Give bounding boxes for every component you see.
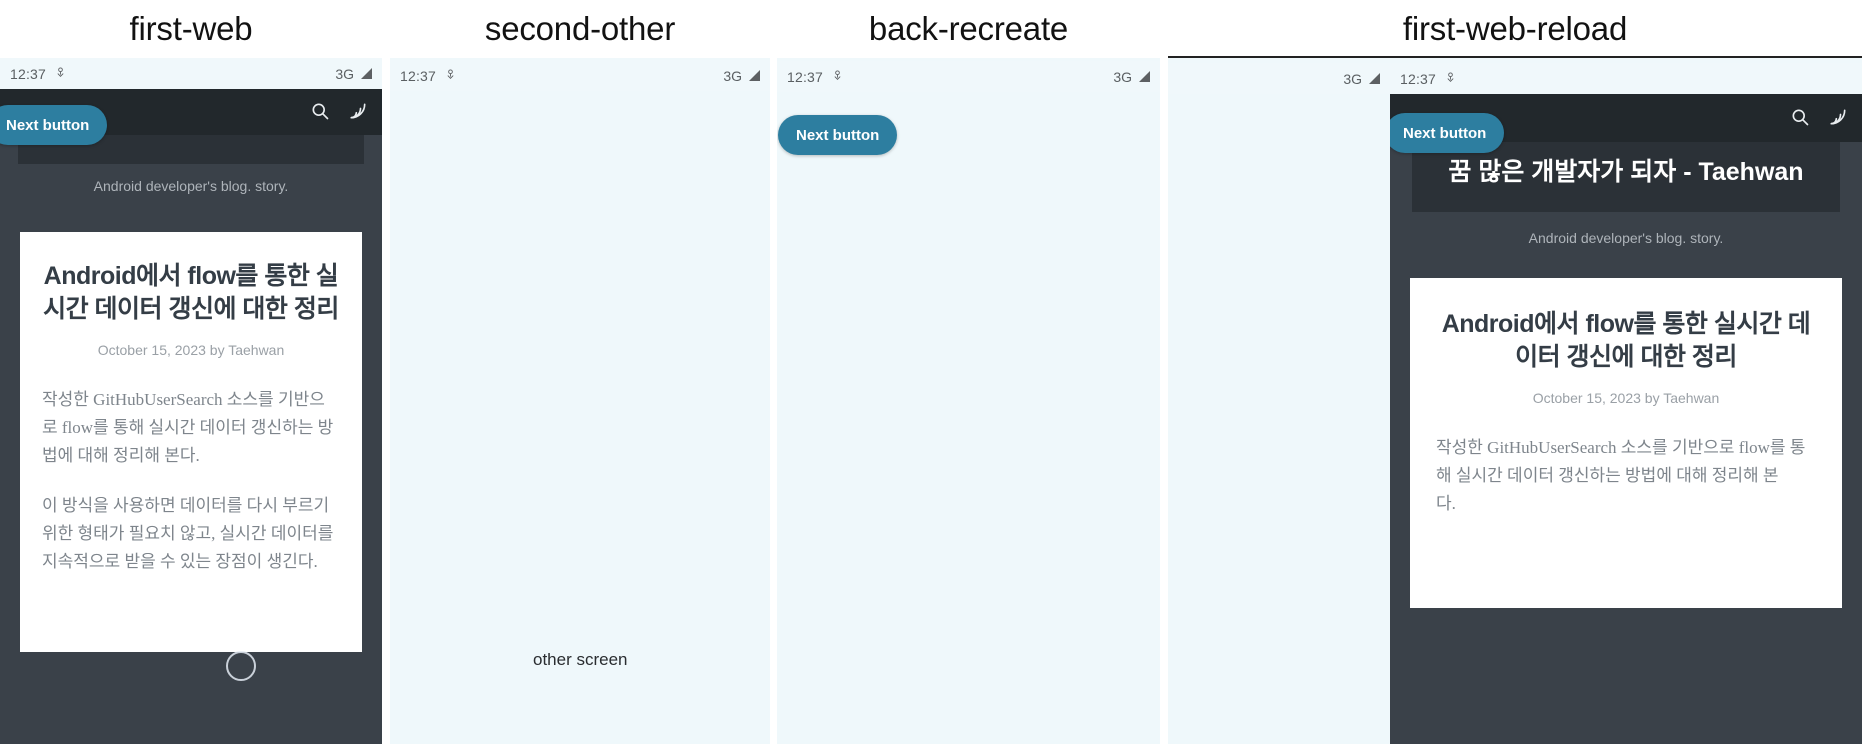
- search-icon[interactable]: [310, 101, 332, 123]
- next-button-label: Next button: [1403, 124, 1487, 142]
- panel-back-recreate: 12:37 3G Next button: [777, 58, 1160, 744]
- article-paragraph: 이 방식을 사용하면 데이터를 다시 부르기 위한 형태가 필요치 않고, 실시…: [42, 492, 340, 576]
- article-meta: October 15, 2023 by Taehwan: [1436, 390, 1816, 406]
- status-network: 3G: [1113, 68, 1132, 85]
- panel-first-web-reload-gutter: 3G: [1168, 58, 1390, 744]
- status-network: 3G: [335, 65, 354, 82]
- article-paragraph-text: 작성한 GitHubUserSearch 소스를 기반으로 flow를 통해 실…: [1436, 438, 1806, 486]
- caption-back-recreate: back-recreate: [777, 0, 1160, 58]
- article-title: Android에서 flow를 통한 실시간 데이터 갱신에 대한 정리: [42, 260, 340, 326]
- article-title-text: Android에서 flow를 통한 실시간 데이터 갱신에 대한 정리: [1441, 310, 1811, 371]
- blog-body: Taehwan Android developer's blog. story.…: [0, 89, 382, 744]
- article-meta-text: October 15, 2023 by Taehwan: [97, 341, 285, 358]
- next-button[interactable]: Next button: [0, 105, 108, 145]
- article-card: Android에서 flow를 통한 실시간 데이터 갱신에 대한 정리 Oct…: [1410, 278, 1842, 608]
- caption-first-web: first-web: [0, 0, 382, 58]
- vibrate-icon: [1444, 71, 1457, 86]
- article-paragraph-text: 이 방식을 사용하면 데이터를 다시 부르기 위한 형태가 필요치 않고, 실시…: [42, 495, 334, 571]
- signal-bars-icon: [1139, 71, 1150, 82]
- vibrate-icon: [831, 69, 844, 84]
- article-title: Android에서 flow를 통한 실시간 데이터 갱신에 대한 정리: [1436, 308, 1816, 374]
- article-title-text: Android에서 flow를 통한 실시간 데이터 갱신에 대한 정리: [43, 261, 339, 323]
- caption-second-other: second-other: [390, 0, 770, 58]
- status-time: 12:37: [10, 65, 47, 82]
- caption-label: first-web-reload: [1402, 10, 1628, 47]
- panel-separator: [382, 58, 390, 744]
- article-meta-text: October 15, 2023 by Taehwan: [1532, 390, 1720, 406]
- article-meta: October 15, 2023 by Taehwan: [42, 342, 340, 358]
- caption-first-web-reload: first-web-reload: [1168, 0, 1862, 58]
- rss-icon[interactable]: [348, 101, 370, 123]
- loading-spinner: [226, 651, 256, 681]
- blog-tagline: Android developer's blog. story.: [1390, 230, 1862, 246]
- screenshot-board: first-web second-other back-recreate fir…: [0, 0, 1862, 744]
- next-button-label: Next button: [6, 116, 90, 134]
- status-network: 3G: [1343, 70, 1362, 87]
- caption-label: first-web: [129, 10, 253, 47]
- signal-bars-icon: [749, 70, 760, 81]
- next-button-label: Next button: [796, 126, 880, 144]
- other-screen-text: other screen: [533, 650, 628, 670]
- panel-caption-row: first-web second-other back-recreate fir…: [0, 0, 1862, 58]
- article-card: Android에서 flow를 통한 실시간 데이터 갱신에 대한 정리 Oct…: [20, 231, 362, 652]
- vibrate-icon: [444, 68, 457, 83]
- panel-separator: [1160, 58, 1168, 744]
- caption-label: second-other: [484, 10, 676, 47]
- blog-masthead-text: 꿈 많은 개발자가 되자 - Taehwan: [1448, 158, 1804, 186]
- status-bar: 12:37 3G: [0, 58, 382, 89]
- status-network: 3G: [723, 67, 742, 84]
- rss-icon[interactable]: [1828, 107, 1850, 129]
- signal-bars-icon: [1369, 73, 1380, 84]
- article-paragraph-text: 다.: [1436, 494, 1456, 514]
- panel-second-other: other screen 12:37 3G: [390, 58, 770, 744]
- panel-first-web-reload: 꿈 많은 개발자가 되자 - Taehwan Android developer…: [1390, 58, 1862, 744]
- status-bar: 12:37 3G: [390, 60, 770, 91]
- panel-separator: [770, 58, 777, 744]
- status-time: 12:37: [787, 68, 824, 85]
- status-bar: 12:37: [1390, 63, 1862, 94]
- blog-tagline-text: Android developer's blog. story.: [1528, 230, 1724, 246]
- article-paragraph: 다.: [1436, 490, 1816, 518]
- panel-first-web: Taehwan Android developer's blog. story.…: [0, 58, 382, 744]
- status-bar: 3G: [1168, 63, 1390, 94]
- caption-label: back-recreate: [868, 10, 1069, 47]
- article-paragraph: 작성한 GitHubUserSearch 소스를 기반으로 flow를 통해 실…: [1436, 434, 1816, 490]
- other-screen-label: other screen: [533, 650, 628, 669]
- status-bar: 12:37 3G: [777, 61, 1160, 92]
- next-button[interactable]: Next button: [1390, 113, 1505, 153]
- next-button[interactable]: Next button: [778, 115, 898, 155]
- status-time: 12:37: [400, 67, 437, 84]
- blog-tagline-text: Android developer's blog. story.: [93, 177, 289, 194]
- article-paragraph: 작성한 GitHubUserSearch 소스를 기반으로 flow를 통해 실…: [42, 386, 340, 470]
- blog-tagline: Android developer's blog. story.: [0, 178, 382, 194]
- search-icon[interactable]: [1790, 107, 1812, 129]
- status-time: 12:37: [1400, 70, 1437, 87]
- article-paragraph-text: 작성한 GitHubUserSearch 소스를 기반으로 flow를 통해 실…: [42, 389, 334, 465]
- vibrate-icon: [54, 66, 67, 81]
- signal-bars-icon: [361, 68, 372, 79]
- blog-body: 꿈 많은 개발자가 되자 - Taehwan Android developer…: [1390, 94, 1862, 744]
